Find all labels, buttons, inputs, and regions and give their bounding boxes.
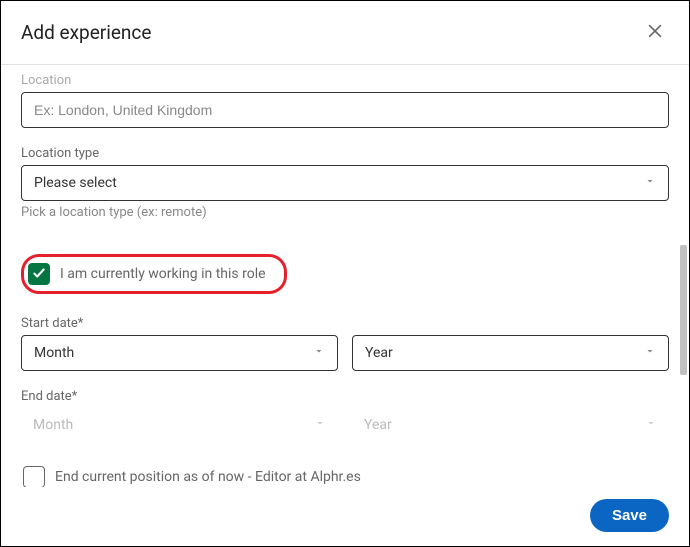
location-type-field-group: Location type Please select Pick a locat… [21, 146, 669, 220]
modal-header: Add experience [1, 1, 689, 65]
start-date-field-group: Start date* Month Year [21, 316, 669, 371]
modal-body: Location Location type Please select Pic… [1, 65, 689, 487]
chevron-down-icon [314, 417, 326, 433]
start-month-select[interactable]: Month [21, 335, 338, 371]
scrollbar-track [679, 65, 687, 487]
chevron-down-icon [313, 345, 325, 361]
modal-footer: Save [1, 487, 689, 546]
currently-working-checkbox[interactable] [28, 263, 50, 285]
end-current-position-checkbox[interactable] [23, 466, 45, 487]
end-month-select: Month [21, 408, 338, 442]
location-field-group: Location [21, 73, 669, 128]
location-type-help: Pick a location type (ex: remote) [21, 205, 669, 220]
end-year-value: Year [364, 417, 392, 433]
end-month-value: Month [33, 417, 73, 433]
chevron-down-icon [644, 345, 656, 361]
start-year-select[interactable]: Year [352, 335, 669, 371]
end-current-position-label: End current position as of now - Editor … [55, 469, 361, 485]
save-button[interactable]: Save [590, 499, 669, 532]
start-year-value: Year [365, 345, 393, 361]
end-date-label: End date* [21, 389, 669, 404]
location-label: Location [21, 73, 669, 88]
add-experience-modal: Add experience Location Location type Pl… [1, 1, 689, 546]
end-year-select: Year [352, 408, 669, 442]
chevron-down-icon [644, 175, 656, 191]
start-date-label: Start date* [21, 316, 669, 331]
modal-title: Add experience [21, 21, 151, 44]
location-type-select[interactable]: Please select [21, 165, 669, 201]
close-icon [645, 29, 665, 44]
location-type-selected: Please select [34, 175, 117, 191]
location-input[interactable] [21, 92, 669, 128]
end-current-position-row[interactable]: End current position as of now - Editor … [21, 460, 669, 487]
close-button[interactable] [641, 17, 669, 48]
currently-working-label: I am currently working in this role [60, 266, 266, 282]
start-month-value: Month [34, 345, 74, 361]
end-date-field-group: End date* Month Year [21, 389, 669, 442]
check-icon [32, 265, 46, 284]
scrollbar-thumb[interactable] [680, 245, 687, 375]
currently-working-row[interactable]: I am currently working in this role [21, 254, 287, 294]
chevron-down-icon [645, 417, 657, 433]
location-type-label: Location type [21, 146, 669, 161]
